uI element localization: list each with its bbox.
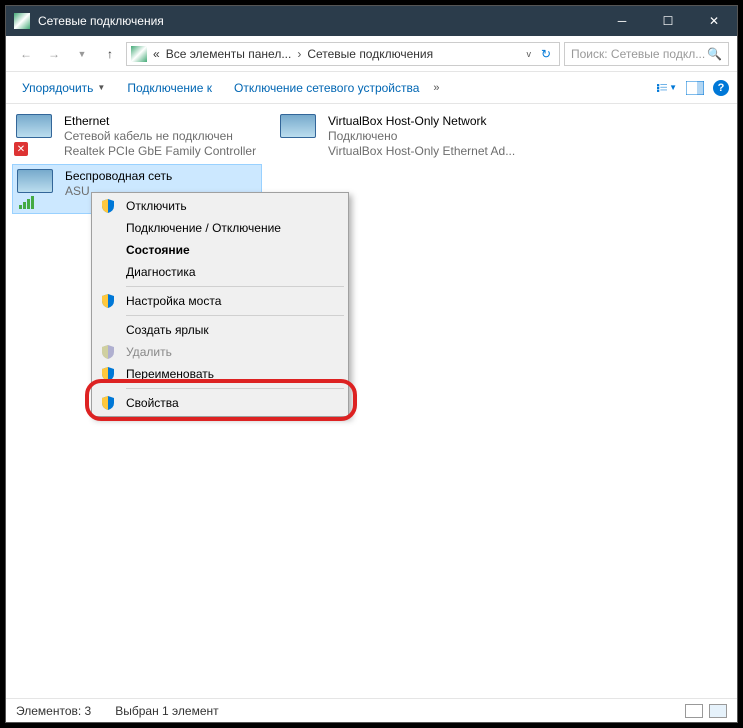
menu-rename[interactable]: Переименовать: [94, 363, 346, 385]
menu-connect-disconnect[interactable]: Подключение / Отключение: [94, 217, 346, 239]
toolbar-more[interactable]: »: [433, 82, 439, 94]
address-bar[interactable]: « Все элементы панел... › Сетевые подклю…: [126, 42, 560, 66]
adapter-name: Беспроводная сеть: [65, 169, 172, 184]
shield-icon: [100, 344, 116, 360]
view-icons-button[interactable]: ▼: [657, 78, 677, 98]
organize-button[interactable]: Упорядочить▼: [14, 77, 113, 99]
adapter-virtualbox[interactable]: VirtualBox Host-Only Network Подключено …: [276, 110, 526, 163]
preview-pane-button[interactable]: [685, 78, 705, 98]
breadcrumb-prefix: «: [153, 47, 160, 61]
titlebar[interactable]: Сетевые подключения ─ ☐ ✕: [6, 6, 737, 36]
menu-separator: [126, 388, 344, 389]
adapter-ethernet[interactable]: ✕ Ethernet Сетевой кабель не подключен R…: [12, 110, 262, 163]
item-count: Элементов: 3: [16, 704, 91, 718]
window-title: Сетевые подключения: [38, 14, 599, 28]
breadcrumb-1[interactable]: Все элементы панел...: [166, 47, 292, 61]
adapter-name: Ethernet: [64, 114, 256, 129]
network-connections-window: Сетевые подключения ─ ☐ ✕ ← → ▼ ↑ « Все …: [5, 5, 738, 723]
back-button[interactable]: ←: [14, 42, 38, 66]
shield-icon: [100, 366, 116, 382]
large-icons-view-icon[interactable]: [709, 704, 727, 718]
help-button[interactable]: ?: [713, 80, 729, 96]
location-icon: [131, 46, 147, 62]
forward-button[interactable]: →: [42, 42, 66, 66]
menu-delete: Удалить: [94, 341, 346, 363]
up-button[interactable]: ↑: [98, 42, 122, 66]
menu-separator: [126, 315, 344, 316]
search-icon: 🔍: [707, 47, 722, 61]
menu-diagnose[interactable]: Диагностика: [94, 261, 346, 283]
menu-bridge[interactable]: Настройка моста: [94, 290, 346, 312]
menu-status[interactable]: Состояние: [94, 239, 346, 261]
address-dropdown[interactable]: v: [527, 49, 532, 59]
disable-device-button[interactable]: Отключение сетевого устройства: [226, 77, 427, 99]
menu-create-shortcut[interactable]: Создать ярлык: [94, 319, 346, 341]
connect-to-button[interactable]: Подключение к: [119, 77, 220, 99]
navigation-bar: ← → ▼ ↑ « Все элементы панел... › Сетевы…: [6, 36, 737, 72]
maximize-button[interactable]: ☐: [645, 6, 691, 36]
signal-bars-icon: [19, 196, 34, 209]
adapter-status: Сетевой кабель не подключен: [64, 129, 256, 144]
adapter-name: VirtualBox Host-Only Network: [328, 114, 515, 129]
status-bar: Элементов: 3 Выбран 1 элемент: [6, 698, 737, 722]
adapter-status: Подключено: [328, 129, 515, 144]
ethernet-icon: ✕: [16, 114, 56, 154]
menu-separator: [126, 286, 344, 287]
toolbar: Упорядочить▼ Подключение к Отключение се…: [6, 72, 737, 104]
disconnected-badge: ✕: [14, 142, 28, 156]
selection-count: Выбран 1 элемент: [115, 704, 218, 718]
search-placeholder: Поиск: Сетевые подкл...: [571, 47, 705, 61]
window-icon: [14, 13, 30, 29]
minimize-button[interactable]: ─: [599, 6, 645, 36]
content-area[interactable]: ✕ Ethernet Сетевой кабель не подключен R…: [6, 104, 737, 698]
shield-icon: [100, 293, 116, 309]
adapter-device: VirtualBox Host-Only Ethernet Ad...: [328, 144, 515, 159]
search-input[interactable]: Поиск: Сетевые подкл... 🔍: [564, 42, 729, 66]
menu-properties[interactable]: Свойства: [94, 392, 346, 414]
adapter-device: Realtek PCIe GbE Family Controller: [64, 144, 256, 159]
shield-icon: [100, 395, 116, 411]
refresh-button[interactable]: ↻: [537, 42, 555, 66]
wireless-icon: [17, 169, 57, 209]
shield-icon: [100, 198, 116, 214]
context-menu: Отключить Подключение / Отключение Состо…: [91, 192, 349, 417]
breadcrumb-2[interactable]: Сетевые подключения: [307, 47, 433, 61]
details-view-icon[interactable]: [685, 704, 703, 718]
breadcrumb-sep: ›: [297, 47, 301, 61]
recent-dropdown[interactable]: ▼: [70, 42, 94, 66]
close-button[interactable]: ✕: [691, 6, 737, 36]
menu-disable[interactable]: Отключить: [94, 195, 346, 217]
virtualbox-icon: [280, 114, 320, 154]
